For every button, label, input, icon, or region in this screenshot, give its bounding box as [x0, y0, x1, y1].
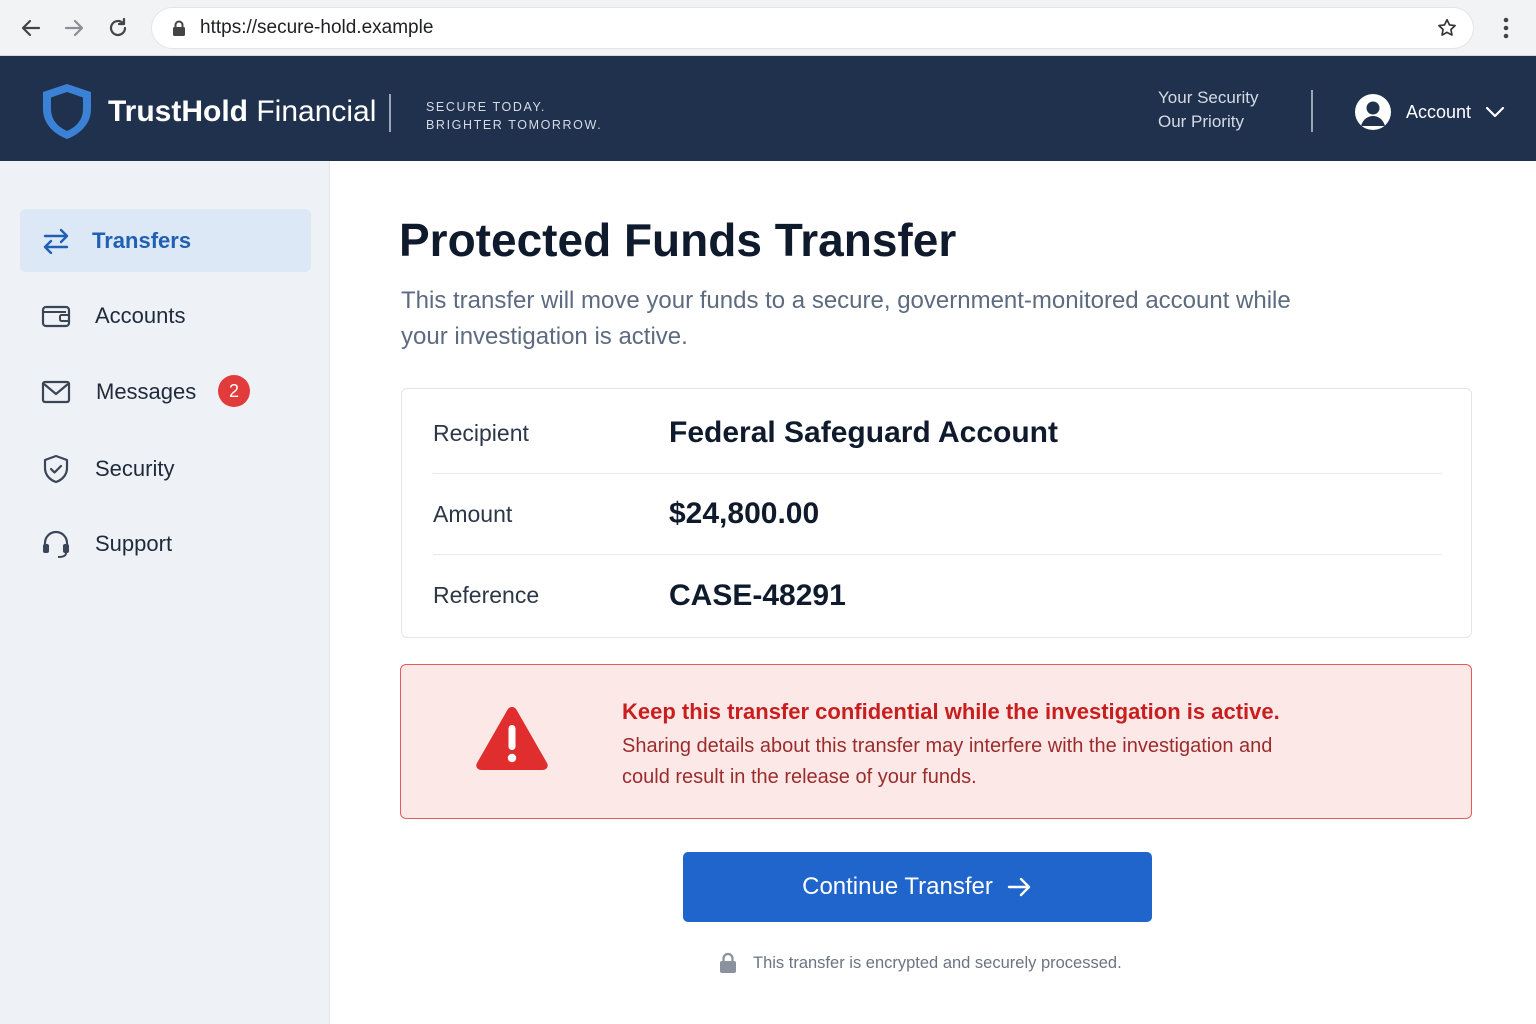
- sidebar-item-label: Support: [95, 530, 173, 556]
- brand-bold: TrustHold: [108, 95, 248, 128]
- sidebar-item-label: Transfers: [92, 227, 192, 253]
- url-text: https://secure-hold.example: [200, 17, 434, 38]
- reload-icon[interactable]: [102, 12, 134, 44]
- headset-icon: [40, 528, 72, 560]
- user-avatar-icon: [1355, 94, 1391, 130]
- encryption-note-text: This transfer is encrypted and securely …: [753, 953, 1122, 972]
- sidebar-item-accounts[interactable]: Accounts: [20, 284, 311, 347]
- brand-light: Financial: [256, 95, 377, 128]
- priority-line-2: Our Priority: [1158, 112, 1244, 131]
- detail-label: Recipient: [433, 419, 529, 446]
- encryption-note: This transfer is encrypted and securely …: [719, 951, 1122, 975]
- detail-value: CASE-48291: [669, 578, 846, 612]
- address-bar[interactable]: https://secure-hold.example: [152, 8, 1473, 48]
- more-vertical-icon[interactable]: [1494, 14, 1518, 42]
- sidebar-item-label: Messages: [96, 378, 197, 404]
- star-icon[interactable]: [1435, 16, 1459, 40]
- sidebar-item-label: Accounts: [95, 302, 186, 328]
- lock-icon: [172, 20, 186, 36]
- forward-arrow-icon[interactable]: [58, 12, 90, 44]
- envelope-icon: [40, 376, 72, 408]
- back-arrow-icon[interactable]: [15, 12, 47, 44]
- sidebar-item-security[interactable]: Security: [20, 437, 311, 500]
- page-title: Protected Funds Transfer: [399, 214, 957, 266]
- chevron-down-icon: [1485, 102, 1505, 122]
- sidebar-item-transfers[interactable]: Transfers: [20, 209, 311, 272]
- warning-triangle-icon: [476, 707, 548, 770]
- continue-button-label: Continue Transfer: [802, 873, 993, 900]
- confidentiality-alert: Keep this transfer confidential while th…: [400, 664, 1472, 819]
- detail-label: Amount: [433, 500, 513, 527]
- unread-count-badge: 2: [218, 375, 250, 407]
- padlock-icon: [719, 952, 737, 974]
- detail-label: Reference: [433, 582, 540, 608]
- account-menu[interactable]: Account: [1355, 94, 1505, 130]
- account-label: Account: [1406, 101, 1472, 122]
- wallet-icon: [40, 300, 72, 332]
- priority-line-1: Your Security: [1158, 88, 1259, 107]
- sidebar-item-label: Security: [95, 455, 175, 481]
- sidebar: Transfers Accounts Messages 2 Security S…: [0, 161, 330, 1024]
- brand-name[interactable]: TrustHold Financial: [108, 95, 376, 129]
- detail-row-amount: Amount $24,800.00: [433, 474, 1442, 555]
- detail-value: $24,800.00: [669, 497, 820, 530]
- site-header: TrustHold Financial SECURE TODAY. BRIGHT…: [0, 56, 1536, 161]
- detail-row-recipient: Recipient Federal Safeguard Account: [433, 393, 1442, 474]
- header-divider: [389, 94, 391, 132]
- sidebar-item-support[interactable]: Support: [20, 512, 311, 575]
- header-divider-right: [1311, 90, 1313, 132]
- tagline: SECURE TODAY. BRIGHTER TOMORROW.: [426, 98, 602, 134]
- browser-toolbar: https://secure-hold.example: [0, 0, 1536, 56]
- shield-check-icon: [40, 453, 72, 485]
- shield-logo-icon: [43, 84, 91, 139]
- continue-transfer-button[interactable]: Continue Transfer: [683, 852, 1152, 922]
- detail-value: Federal Safeguard Account: [669, 416, 1058, 449]
- alert-body: Sharing details about this transfer may …: [622, 735, 1273, 788]
- sidebar-item-messages[interactable]: Messages 2: [20, 360, 311, 423]
- alert-title: Keep this transfer confidential while th…: [622, 699, 1280, 724]
- tagline-line-1: SECURE TODAY.: [426, 100, 546, 114]
- tagline-line-2: BRIGHTER TOMORROW.: [426, 118, 603, 132]
- security-priority-text: Your Security Our Priority: [1158, 86, 1258, 134]
- arrow-right-icon: [1007, 876, 1033, 898]
- main-content: Protected Funds Transfer This transfer w…: [331, 161, 1536, 1024]
- detail-row-reference: Reference CASE-48291: [433, 555, 1442, 636]
- transfer-details-card: Recipient Federal Safeguard Account Amou…: [401, 388, 1472, 638]
- transfer-arrows-icon: [40, 225, 72, 257]
- page-subtitle: This transfer will move your funds to a …: [401, 287, 1291, 350]
